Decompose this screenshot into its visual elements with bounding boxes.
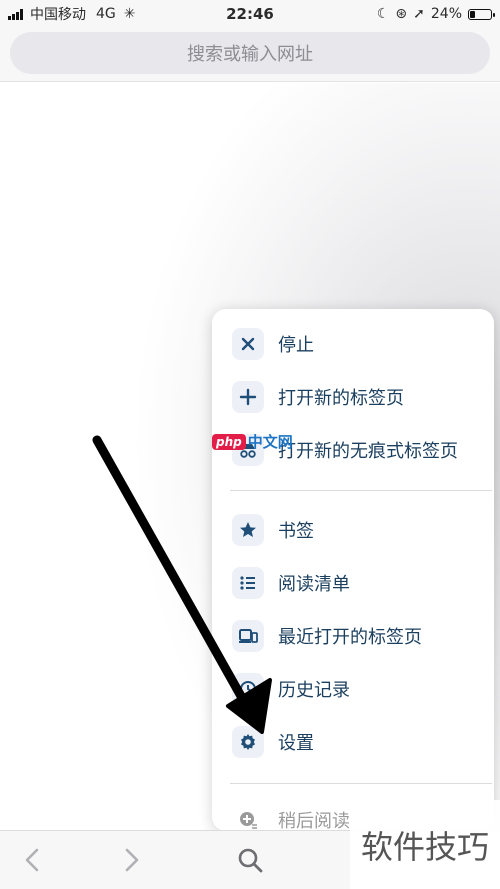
menu-label-recent-tabs: 最近打开的标签页 [278,627,422,648]
add-reading-icon [232,804,264,831]
menu-label-reading-list: 阅读清单 [278,574,350,595]
status-bar: 中国移动 4G ✳ 22:46 ☾ ⊛ ➚ 24% [0,0,500,28]
menu-label-history: 历史记录 [278,680,350,701]
battery-percent: 24% [430,6,462,22]
menu-divider [230,783,492,784]
battery-icon [468,8,495,20]
menu-item-history[interactable]: 历史记录 [212,664,494,714]
menu-label-new-incognito-tab: 打开新的无痕式标签页 [278,441,458,462]
menu-label-bookmarks: 书签 [278,521,314,542]
menu-item-recent-tabs[interactable]: 最近打开的标签页 [212,611,494,661]
watermark-badge: php [212,433,246,450]
gear-icon [232,726,264,758]
status-right: ☾ ⊛ ➚ 24% [376,6,495,22]
watermark-corner: 软件技巧 [350,800,500,889]
url-placeholder: 搜索或输入网址 [187,44,313,65]
list-icon [232,567,264,599]
plus-icon [232,381,264,413]
address-bar-container: 搜索或输入网址 [0,28,500,82]
watermark-logo: php 中文网 [212,431,293,452]
close-icon [232,328,264,360]
menu-item-new-tab[interactable]: 打开新的标签页 [212,372,494,422]
forward-button[interactable] [114,843,148,877]
moon-icon: ☾ [376,6,390,22]
star-icon [232,514,264,546]
search-button[interactable] [233,843,267,877]
menu-label-settings: 设置 [278,733,314,754]
signal-strength-icon [8,8,23,20]
orientation-lock-icon: ⊛ [395,6,408,22]
watermark-site: 中文网 [247,433,293,451]
battery-fill [470,10,475,18]
menu-label-read-later: 稍后阅读 [278,811,350,831]
loading-spinner-icon: ✳ [123,6,136,22]
location-arrow-icon: ➚ [413,6,425,22]
status-left: 中国移动 4G ✳ [8,4,208,24]
url-search-field[interactable]: 搜索或输入网址 [10,32,490,74]
carrier-label: 中国移动 [30,7,86,23]
menu-divider [230,490,492,491]
back-button[interactable] [16,843,50,877]
menu-label-stop: 停止 [278,335,314,356]
search-icon [238,848,263,873]
network-label: 4G [96,6,116,22]
overflow-menu: 停止 打开新的标签页 打开新的无痕式标签页 书签 阅读清单 最近打开的标签页 历… [212,309,494,831]
menu-item-stop[interactable]: 停止 [212,319,494,369]
devices-icon [232,620,264,652]
menu-item-reading-list[interactable]: 阅读清单 [212,558,494,608]
chevron-left-icon [25,848,39,872]
menu-item-bookmarks[interactable]: 书签 [212,505,494,555]
chevron-right-icon [125,848,139,872]
history-icon [232,673,264,705]
menu-label-new-tab: 打开新的标签页 [278,388,404,409]
menu-item-settings[interactable]: 设置 [212,717,494,767]
